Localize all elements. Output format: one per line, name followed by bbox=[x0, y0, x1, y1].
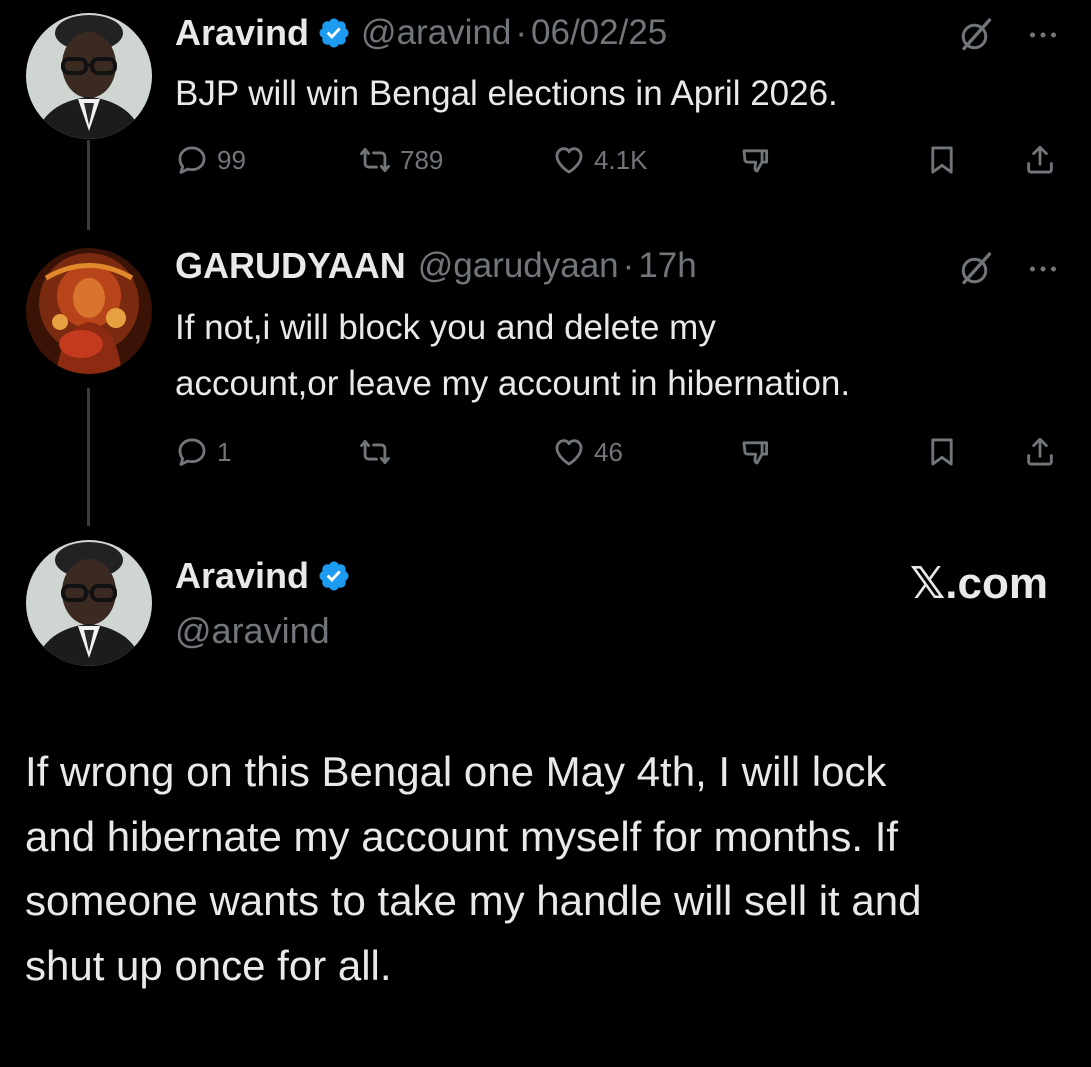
bookmark-button[interactable] bbox=[925, 432, 959, 472]
user-handle[interactable]: @aravind bbox=[361, 13, 511, 53]
grok-icon[interactable] bbox=[958, 17, 994, 53]
tweet-text-line: If not,i will block you and delete my bbox=[175, 308, 716, 347]
quote-text-line: someone wants to take my handle will sel… bbox=[25, 877, 922, 924]
share-button[interactable] bbox=[1023, 432, 1057, 472]
like-button[interactable]: 4.1K bbox=[552, 140, 648, 180]
reply-icon bbox=[175, 143, 209, 177]
bookmark-icon bbox=[925, 435, 959, 469]
repost-icon bbox=[358, 435, 392, 469]
like-count: 46 bbox=[594, 436, 623, 467]
thread-line bbox=[87, 140, 90, 230]
repost-button[interactable] bbox=[358, 432, 392, 472]
thread-line bbox=[87, 388, 90, 526]
avatar[interactable] bbox=[26, 13, 152, 139]
separator-dot: · bbox=[622, 246, 635, 285]
quote-text-line: If wrong on this Bengal one May 4th, I w… bbox=[25, 748, 887, 795]
reply-button[interactable]: 99 bbox=[175, 140, 246, 180]
verified-badge-icon bbox=[317, 559, 351, 593]
like-button[interactable]: 46 bbox=[552, 432, 623, 472]
quote-text: If wrong on this Bengal one May 4th, I w… bbox=[25, 740, 1075, 998]
downvote-button[interactable] bbox=[739, 432, 773, 472]
avatar[interactable] bbox=[26, 540, 152, 666]
downvote-icon bbox=[739, 435, 773, 469]
repost-button[interactable]: 789 bbox=[358, 140, 443, 180]
quote-text-line: shut up once for all. bbox=[25, 941, 392, 989]
reply-button[interactable]: 1 bbox=[175, 432, 231, 472]
display-name[interactable]: GARUDYAAN bbox=[175, 245, 406, 287]
bookmark-button[interactable] bbox=[925, 140, 959, 180]
tweet-text: If not,i will block you and delete my ac… bbox=[175, 300, 850, 412]
reply-count: 99 bbox=[217, 144, 246, 175]
reply-count: 1 bbox=[217, 436, 232, 467]
avatar[interactable] bbox=[26, 248, 152, 374]
user-handle[interactable]: @aravind bbox=[175, 610, 330, 652]
heart-icon bbox=[552, 143, 586, 177]
repost-icon bbox=[358, 143, 392, 177]
tweet-header: GARUDYAAN @garudyaan · 17h bbox=[175, 245, 697, 287]
like-count: 4.1K bbox=[594, 144, 648, 175]
share-icon bbox=[1023, 435, 1057, 469]
separator-dot: · bbox=[515, 13, 528, 52]
user-handle[interactable]: @garudyaan bbox=[418, 246, 619, 286]
timestamp[interactable]: 17h bbox=[638, 246, 696, 286]
display-name[interactable]: Aravind bbox=[175, 12, 309, 54]
tweet-text-line: account,or leave my account in hibernati… bbox=[175, 364, 851, 403]
more-dots-icon[interactable] bbox=[1025, 251, 1061, 287]
reply-icon bbox=[175, 435, 209, 469]
quote-header: Aravind bbox=[175, 555, 361, 597]
tweet-header: Aravind @aravind · 06/02/25 bbox=[175, 12, 667, 54]
bookmark-icon bbox=[925, 143, 959, 177]
display-name[interactable]: Aravind bbox=[175, 555, 309, 597]
share-button[interactable] bbox=[1023, 140, 1057, 180]
downvote-button[interactable] bbox=[739, 140, 773, 180]
quote-text-line: and hibernate my account myself for mont… bbox=[25, 812, 899, 860]
x-brand-logo: 𝕏.com bbox=[909, 559, 1048, 608]
tweet-text: BJP will win Bengal elections in April 2… bbox=[175, 74, 838, 113]
downvote-icon bbox=[739, 143, 773, 177]
action-bar: 99 789 4.1K bbox=[175, 140, 1075, 180]
timestamp[interactable]: 06/02/25 bbox=[531, 13, 667, 53]
heart-icon bbox=[552, 435, 586, 469]
share-icon bbox=[1023, 143, 1057, 177]
verified-badge-icon bbox=[317, 16, 351, 50]
action-bar: 1 46 bbox=[175, 432, 1075, 472]
more-dots-icon[interactable] bbox=[1025, 17, 1061, 53]
repost-count: 789 bbox=[400, 144, 444, 175]
grok-icon[interactable] bbox=[958, 251, 994, 287]
